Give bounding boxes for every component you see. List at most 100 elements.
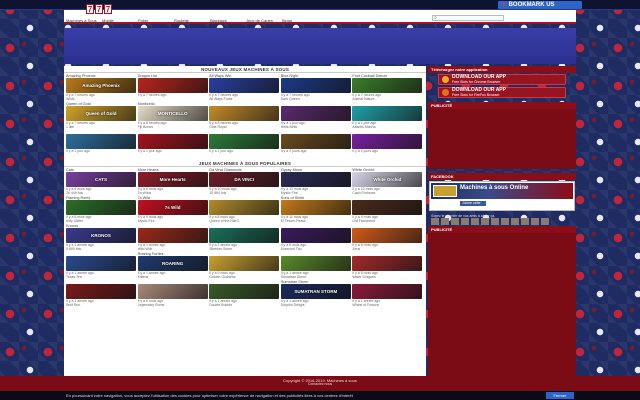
bookmark-button[interactable]: ♥ BOOKMARK US bbox=[498, 1, 582, 9]
game-tile[interactable]: 7s Wild 7s Wild Il y a 9 mois ago Mystic Fi… bbox=[137, 196, 208, 224]
game-tile[interactable]: Il y a 2 jours ago bbox=[280, 130, 351, 158]
game-tile[interactable]: Amazing Phoenix Amazing Phoenix Il y a 7 h… bbox=[66, 74, 136, 102]
search-input[interactable]: ⌕ bbox=[432, 15, 504, 21]
game-tile[interactable]: White Orchid White Orchid Il y a 10 mois a… bbox=[352, 168, 423, 196]
game-tile[interactable]: Il y a 9 mois ago Golden Goddess bbox=[209, 252, 280, 280]
game-thumbnail[interactable] bbox=[352, 78, 423, 93]
chrome-app-button[interactable]: DOWNLOAD OUR APP Free Slots for Chrome B… bbox=[438, 74, 566, 85]
nav-item-mobile[interactable]: Mobile bbox=[102, 18, 138, 23]
game-tile[interactable]: Fruit Cocktail Deluxe Il y a 7 heures ago… bbox=[352, 74, 423, 102]
game-meta-info: Queen of the Nile II bbox=[209, 219, 240, 223]
game-thumbnail[interactable]: KRONOS bbox=[66, 228, 136, 243]
game-thumbnail[interactable] bbox=[209, 256, 280, 271]
game-tile[interactable]: Il y a 1 année ago Wild Wolf bbox=[137, 224, 208, 252]
game-thumbnail[interactable] bbox=[280, 78, 351, 93]
game-thumbnail[interactable] bbox=[209, 134, 280, 149]
game-tile[interactable]: Il y a 1 année ago Siberian Storm bbox=[209, 224, 280, 252]
game-thumbnail[interactable] bbox=[280, 172, 351, 187]
firefox-app-button[interactable]: DOWNLOAD OUR APP Free Slots for FireFox … bbox=[438, 87, 566, 98]
game-thumbnail[interactable]: ROARING bbox=[137, 256, 208, 271]
game-tile[interactable]: Il y a 1 jour ago Hells Bells bbox=[280, 102, 351, 130]
game-tile[interactable]: All Ways Win Il y a 7 heures ago All Ways … bbox=[209, 74, 280, 102]
game-tile[interactable]: Il y a 1 année ago Double Bubble bbox=[209, 280, 280, 308]
game-tile[interactable]: Il y a 8 mois ago Diamond Trio bbox=[280, 224, 351, 252]
game-thumbnail[interactable] bbox=[209, 106, 280, 121]
game-tile[interactable]: Il y a 1 jour ago bbox=[209, 130, 280, 158]
game-thumbnail[interactable] bbox=[209, 78, 280, 93]
game-tile[interactable]: Il y a 1 année ago Sumatran Storm bbox=[280, 252, 351, 280]
game-thumbnail[interactable]: White Orchid bbox=[352, 172, 423, 187]
game-tile[interactable]: Kronos KRONOS Il y a 1 année ago 5 890 fois bbox=[66, 224, 136, 252]
game-tile[interactable]: Roaring Forties ROARING Il y a 1 année ago… bbox=[137, 252, 208, 280]
game-thumbnail[interactable] bbox=[280, 106, 351, 121]
game-tile[interactable]: Il y a 9 mois ago Old Fashioned bbox=[352, 196, 423, 224]
game-thumbnail[interactable]: CATS bbox=[66, 172, 136, 187]
game-tile[interactable]: Il y a 8 mois ago Queen of the Nile II bbox=[209, 196, 280, 224]
game-thumbnail[interactable]: MONTICELLO bbox=[137, 106, 208, 121]
game-thumbnail[interactable]: More Hearts bbox=[137, 172, 208, 187]
game-thumbnail[interactable]: Amazing Phoenix bbox=[66, 78, 136, 93]
game-thumbnail[interactable] bbox=[66, 200, 136, 215]
game-thumbnail[interactable] bbox=[137, 78, 208, 93]
game-thumbnail[interactable] bbox=[137, 134, 208, 149]
game-thumbnail[interactable] bbox=[66, 134, 136, 149]
game-thumbnail[interactable] bbox=[137, 228, 208, 243]
game-thumbnail[interactable] bbox=[209, 284, 280, 299]
game-tile[interactable]: Il y a 8 mois ago Water Dragons bbox=[352, 252, 423, 280]
game-tile[interactable]: Gypsy Moon Il y a 10 mois ago Mystic Fire bbox=[280, 168, 351, 196]
game-meta-info: Golden Goddess bbox=[209, 275, 236, 279]
game-thumbnail[interactable] bbox=[137, 284, 208, 299]
game-thumbnail[interactable] bbox=[352, 228, 423, 243]
game-thumbnail[interactable] bbox=[280, 228, 351, 243]
game-tile[interactable]: Il y a 6 mois ago Legendary Rome bbox=[137, 280, 208, 308]
game-thumbnail[interactable]: Queen of Gold bbox=[66, 106, 136, 121]
game-thumbnail[interactable] bbox=[280, 256, 351, 271]
game-tile[interactable]: More Hearts More Hearts Il y a 6 mois ago F… bbox=[137, 168, 208, 196]
nav-item-roulette[interactable]: Roulette bbox=[174, 18, 210, 23]
game-tile[interactable]: Blue Night Il y a 7 heures ago Dark Queen bbox=[280, 74, 351, 102]
facebook-page-card[interactable]: Machines à sous Online J'aime cette Page bbox=[429, 181, 575, 211]
game-thumbnail[interactable] bbox=[280, 200, 351, 215]
game-tile[interactable]: Cats CATS Il y a 6 mois ago 26 449 fois bbox=[66, 168, 136, 196]
game-thumbnail[interactable] bbox=[209, 200, 280, 215]
game-tile[interactable]: Sumatran Storm SUMATRAN STORM Il y a 1 ann… bbox=[280, 280, 351, 308]
game-tile[interactable]: Monticello MONTICELLO Il y a 8 heures ago F… bbox=[137, 102, 208, 130]
game-thumbnail[interactable] bbox=[352, 284, 423, 299]
game-tile[interactable]: Il y a 1 année ago Texas Tea bbox=[66, 252, 136, 280]
game-thumbnail[interactable]: SUMATRAN STORM bbox=[280, 284, 351, 299]
game-thumbnail[interactable]: DA VINCI bbox=[209, 172, 280, 187]
nav-item-blackjack[interactable]: Blackjack bbox=[210, 18, 246, 23]
game-tile[interactable]: Il y a 1 année ago Wolf Run bbox=[66, 280, 136, 308]
site-logo[interactable]: 7 7 7 bbox=[86, 4, 112, 14]
game-tile[interactable]: Da Vinci Diamonds DA VINCI Il y a 10 mois … bbox=[209, 168, 280, 196]
game-tile[interactable]: Dragon Hot Il y a 7 heures ago bbox=[137, 74, 208, 102]
nav-item-poker[interactable]: Poker bbox=[138, 18, 174, 23]
game-thumbnail[interactable] bbox=[352, 256, 423, 271]
nav-item-cartes[interactable]: Jeux de Cartes bbox=[246, 18, 282, 23]
game-thumbnail[interactable] bbox=[280, 134, 351, 149]
game-tile[interactable]: Queen of Gold Queen of Gold Il y a 7 heure… bbox=[66, 102, 136, 130]
game-tile[interactable]: Il y a 2 jours ago bbox=[352, 130, 423, 158]
game-thumbnail[interactable] bbox=[209, 228, 280, 243]
game-tile[interactable]: Il y a 1 année ago Wheel of Fortune bbox=[352, 280, 423, 308]
game-thumbnail[interactable] bbox=[352, 106, 423, 121]
game-thumbnail[interactable]: 7s Wild bbox=[137, 200, 208, 215]
game-thumbnail[interactable] bbox=[352, 200, 423, 215]
game-tile[interactable]: Sons of Sheik Il y a 11 mois ago El Tesoro… bbox=[280, 196, 351, 224]
nav-item-machines[interactable]: Machines à Sous bbox=[66, 18, 102, 23]
game-thumbnail[interactable] bbox=[352, 134, 423, 149]
game-thumbnail-label: Queen of Gold bbox=[85, 111, 117, 116]
game-tile[interactable]: Flaming Reelz Il y a 8 mois ago Kitty Glit… bbox=[66, 196, 136, 224]
game-tile[interactable]: Il y a 1 jour ago bbox=[137, 130, 208, 158]
game-tile[interactable]: Il y a 8 mois ago Zeus bbox=[352, 224, 423, 252]
game-tile[interactable]: Il y a 8 heures ago Olde Royal bbox=[209, 102, 280, 130]
nav-item-bingo[interactable]: Bingo bbox=[282, 18, 318, 23]
avatar bbox=[481, 218, 489, 225]
game-tile[interactable]: Il y a 1 jour ago bbox=[66, 130, 136, 158]
game-tile[interactable]: Il y a 1 jour ago Atlantis Marina bbox=[352, 102, 423, 130]
footer-contact-link[interactable]: Contactez nous bbox=[0, 382, 640, 386]
game-thumbnail[interactable] bbox=[66, 284, 136, 299]
cookie-close-button[interactable]: Fermer bbox=[546, 392, 574, 399]
game-thumbnail[interactable] bbox=[66, 256, 136, 271]
facebook-like-button[interactable]: J'aime cette Page bbox=[460, 201, 486, 210]
